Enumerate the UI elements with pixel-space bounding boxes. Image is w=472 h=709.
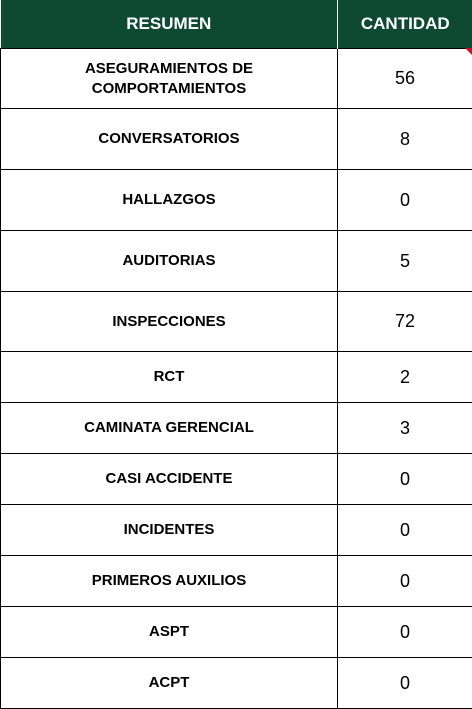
row-label[interactable]: AUDITORIAS xyxy=(0,230,338,292)
row-label[interactable]: CAMINATA GERENCIAL xyxy=(0,402,338,454)
row-value[interactable]: 0 xyxy=(337,504,472,556)
row-label[interactable]: PRIMEROS AUXILIOS xyxy=(0,555,338,607)
table-row: ASPT 0 xyxy=(0,606,472,658)
row-label[interactable]: CONVERSATORIOS xyxy=(0,108,338,170)
table-row: HALLAZGOS 0 xyxy=(0,169,472,231)
header-summary[interactable]: RESUMEN xyxy=(0,0,338,49)
table-row: PRIMEROS AUXILIOS 0 xyxy=(0,555,472,607)
row-value[interactable]: 0 xyxy=(337,453,472,505)
row-label[interactable]: INCIDENTES xyxy=(0,504,338,556)
row-value[interactable]: 2 xyxy=(337,351,472,403)
table-row: ASEGURAMIENTOS DE COMPORTAMIENTOS 56 xyxy=(0,48,472,109)
row-label[interactable]: INSPECCIONES xyxy=(0,291,338,352)
row-label[interactable]: ACPT xyxy=(0,657,338,709)
row-label[interactable]: RCT xyxy=(0,351,338,403)
table-row: RCT 2 xyxy=(0,351,472,403)
row-value[interactable]: 0 xyxy=(337,169,472,231)
row-value[interactable]: 56 xyxy=(337,48,472,109)
summary-table: RESUMEN CANTIDAD ASEGURAMIENTOS DE COMPO… xyxy=(0,0,472,709)
row-value[interactable]: 72 xyxy=(337,291,472,352)
row-value[interactable]: 8 xyxy=(337,108,472,170)
row-value[interactable]: 5 xyxy=(337,230,472,292)
row-label[interactable]: HALLAZGOS xyxy=(0,169,338,231)
row-label[interactable]: ASEGURAMIENTOS DE COMPORTAMIENTOS xyxy=(0,48,338,109)
table-row: CASI ACCIDENTE 0 xyxy=(0,453,472,505)
table-row: CAMINATA GERENCIAL 3 xyxy=(0,402,472,454)
table-row: CONVERSATORIOS 8 xyxy=(0,108,472,170)
table-row: AUDITORIAS 5 xyxy=(0,230,472,292)
row-value[interactable]: 0 xyxy=(337,657,472,709)
table-header-row: RESUMEN CANTIDAD xyxy=(0,0,472,49)
row-label[interactable]: ASPT xyxy=(0,606,338,658)
row-value[interactable]: 0 xyxy=(337,606,472,658)
comment-indicator-icon[interactable] xyxy=(465,48,472,55)
row-value[interactable]: 3 xyxy=(337,402,472,454)
table-row: ACPT 0 xyxy=(0,657,472,709)
table-row: INSPECCIONES 72 xyxy=(0,291,472,352)
table-row: INCIDENTES 0 xyxy=(0,504,472,556)
row-label[interactable]: CASI ACCIDENTE xyxy=(0,453,338,505)
summary-sheet: RESUMEN CANTIDAD ASEGURAMIENTOS DE COMPO… xyxy=(0,0,472,709)
row-value[interactable]: 0 xyxy=(337,555,472,607)
header-quantity[interactable]: CANTIDAD xyxy=(337,0,472,49)
